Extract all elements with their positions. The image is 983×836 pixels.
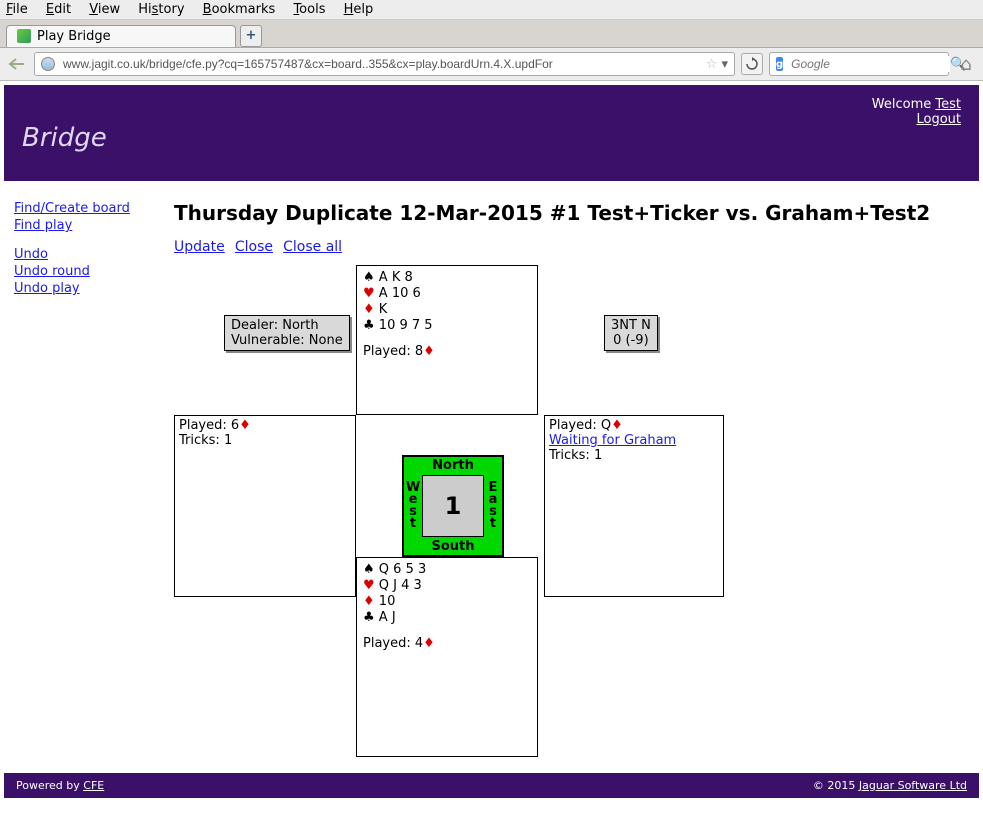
- sidebar-undo[interactable]: Undo: [14, 247, 48, 262]
- site-title: Bridge: [22, 123, 961, 153]
- welcome-label: Welcome: [872, 97, 931, 112]
- company-link[interactable]: Jaguar Software Ltd: [859, 779, 967, 792]
- google-icon: g: [776, 57, 783, 71]
- reload-button[interactable]: [741, 53, 763, 75]
- welcome-block: Welcome Test Logout: [872, 97, 961, 127]
- west-hand: Played: 6♦ Tricks: 1: [174, 415, 356, 597]
- globe-icon: [41, 57, 55, 71]
- contract-info: 3NT N 0 (-9): [604, 315, 658, 351]
- nav-toolbar: ☆ ▾ g 🔍 ⌂: [0, 48, 983, 81]
- sidebar-find-board[interactable]: Find/Create board: [14, 201, 130, 216]
- spade-icon: ♠: [363, 270, 375, 285]
- board-number: 1: [422, 475, 484, 537]
- browser-menubar: File Edit View History Bookmarks Tools H…: [0, 0, 983, 20]
- east-hand: Played: Q♦ Waiting for Graham Tricks: 1: [544, 415, 724, 597]
- bridge-board: Dealer: North Vulnerable: None 3NT N 0 (…: [174, 265, 894, 765]
- diamond-icon: ♦: [363, 594, 375, 609]
- south-played: Played: 4♦: [363, 636, 531, 651]
- east-played: Played: Q♦: [549, 418, 719, 433]
- logout-link[interactable]: Logout: [916, 112, 961, 127]
- contract-line1: 3NT N: [611, 318, 651, 333]
- dealer-info: Dealer: North Vulnerable: None: [224, 315, 350, 351]
- url-dropdown-icon[interactable]: ▾: [721, 57, 728, 72]
- south-hearts: Q J 4 3: [379, 578, 422, 593]
- action-update[interactable]: Update: [174, 239, 225, 255]
- sidebar: Find/Create board Find play Undo Undo ro…: [4, 191, 164, 765]
- menu-help[interactable]: Help: [344, 2, 374, 17]
- south-diamonds: 10: [379, 594, 396, 609]
- bookmark-star-icon[interactable]: ☆: [706, 57, 718, 72]
- main-content: Thursday Duplicate 12-Mar-2015 #1 Test+T…: [164, 191, 979, 765]
- back-button[interactable]: [6, 53, 28, 75]
- heart-icon: ♥: [363, 578, 375, 593]
- north-clubs: 10 9 7 5: [379, 318, 433, 333]
- new-tab-button[interactable]: +: [240, 25, 262, 47]
- club-icon: ♣: [363, 318, 375, 333]
- south-hand: ♠ Q 6 5 3 ♥ Q J 4 3 ♦ 10 ♣ A J Played: 4…: [356, 557, 538, 757]
- page-header: Welcome Test Logout Bridge: [4, 85, 979, 181]
- north-hearts: A 10 6: [379, 286, 421, 301]
- browser-tab[interactable]: Play Bridge: [6, 25, 236, 47]
- west-tricks: Tricks: 1: [179, 433, 351, 448]
- north-hand: ♠ A K 8 ♥ A 10 6 ♦ K ♣ 10 9 7 5 Played: …: [356, 265, 538, 415]
- menu-tools[interactable]: Tools: [293, 2, 325, 17]
- north-played: Played: 8♦: [363, 344, 531, 359]
- compass-east: East: [486, 475, 500, 537]
- home-button[interactable]: ⌂: [955, 53, 977, 75]
- compass-west: West: [406, 475, 420, 537]
- spade-icon: ♠: [363, 562, 375, 577]
- favicon-icon: [17, 29, 31, 43]
- copyright-label: © 2015: [813, 779, 859, 792]
- sidebar-undo-round[interactable]: Undo round: [14, 264, 90, 279]
- cfe-link[interactable]: CFE: [83, 779, 104, 792]
- south-spades: Q 6 5 3: [379, 562, 426, 577]
- menu-history[interactable]: History: [138, 2, 184, 17]
- club-icon: ♣: [363, 610, 375, 625]
- url-bar[interactable]: ☆ ▾: [34, 52, 735, 76]
- sidebar-undo-play[interactable]: Undo play: [14, 281, 80, 296]
- compass: North South West East 1: [402, 455, 504, 557]
- url-input[interactable]: [61, 56, 706, 72]
- contract-line2: 0 (-9): [611, 333, 651, 348]
- diamond-icon: ♦: [363, 302, 375, 317]
- south-clubs: A J: [379, 610, 396, 625]
- compass-north: North: [404, 458, 502, 473]
- user-link[interactable]: Test: [935, 97, 961, 112]
- powered-label: Powered by: [16, 779, 83, 792]
- menu-edit[interactable]: Edit: [46, 2, 71, 17]
- north-diamonds: K: [379, 302, 388, 317]
- heart-icon: ♥: [363, 286, 375, 301]
- compass-south: South: [404, 539, 502, 554]
- vulnerable-label: Vulnerable: None: [231, 333, 343, 348]
- menu-bookmarks[interactable]: Bookmarks: [203, 2, 276, 17]
- menu-file[interactable]: File: [6, 2, 28, 17]
- sidebar-find-play[interactable]: Find play: [14, 218, 72, 233]
- action-links: Update Close Close all: [174, 239, 969, 255]
- tab-title: Play Bridge: [37, 29, 111, 44]
- page-footer: Powered by CFE © 2015 Jaguar Software Lt…: [4, 773, 979, 798]
- page-heading: Thursday Duplicate 12-Mar-2015 #1 Test+T…: [174, 201, 969, 225]
- menu-view[interactable]: View: [89, 2, 120, 17]
- action-close[interactable]: Close: [235, 239, 273, 255]
- waiting-link[interactable]: Waiting for Graham: [549, 433, 676, 448]
- west-played: Played: 6♦: [179, 418, 351, 433]
- tab-strip: Play Bridge +: [0, 20, 983, 48]
- dealer-label: Dealer: North: [231, 318, 343, 333]
- east-tricks: Tricks: 1: [549, 448, 719, 463]
- north-spades: A K 8: [379, 270, 413, 285]
- search-box[interactable]: g 🔍: [769, 52, 949, 76]
- search-input[interactable]: [789, 56, 950, 72]
- action-close-all[interactable]: Close all: [283, 239, 342, 255]
